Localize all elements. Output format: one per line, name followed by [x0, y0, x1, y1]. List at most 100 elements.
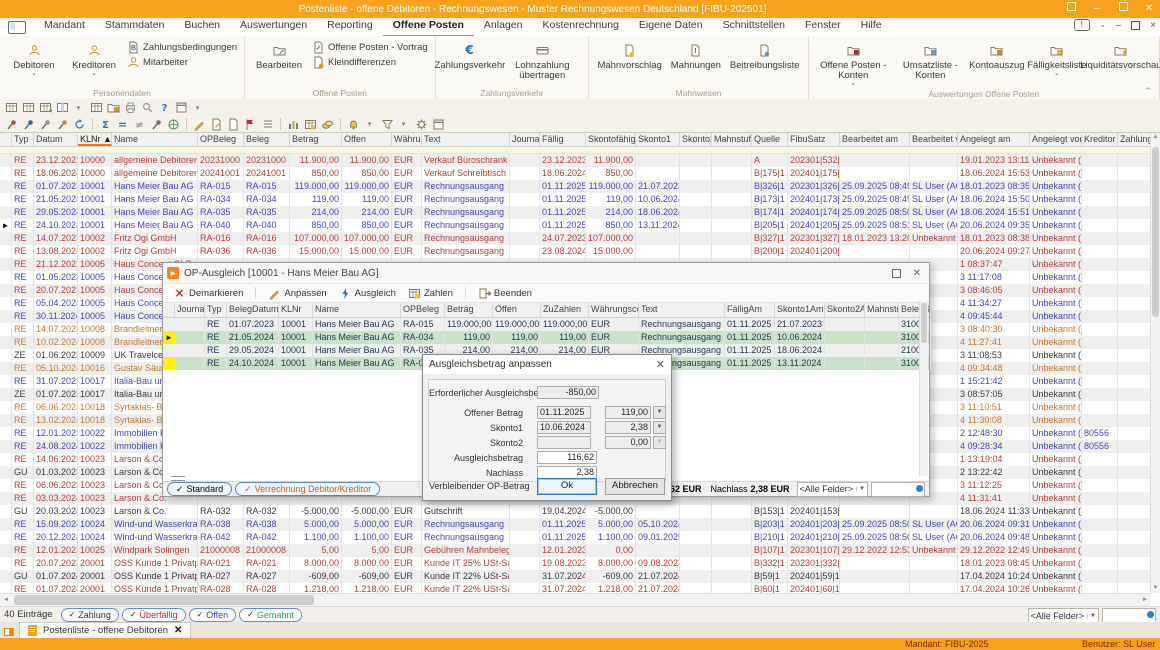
table-row[interactable]: RE20.07.202320001OSS Kunde 1 Privatperso… — [0, 557, 1151, 570]
table-copy-icon[interactable] — [89, 101, 104, 115]
menu-eigene-daten[interactable]: Eigene Daten — [629, 17, 713, 35]
op-col-header-klnr[interactable]: KLNr — [279, 303, 313, 317]
list-icon[interactable] — [260, 117, 275, 131]
standard-toggle[interactable]: ✓ Standard — [167, 482, 232, 496]
col-header-name[interactable]: Name — [112, 133, 198, 146]
menu-kostenrechnung[interactable]: Kostenrechnung — [532, 17, 628, 35]
table-row[interactable]: RE14.07.202310002Fritz Ogi GmbHRA-016RA-… — [0, 232, 1151, 245]
col-header-typ[interactable]: Typ — [12, 133, 34, 146]
menu-stammdaten[interactable]: Stammdaten — [95, 17, 175, 35]
anchor-icon[interactable] — [149, 117, 164, 131]
ribbon-item-kleindifferenzen[interactable]: Kleindifferenzen — [309, 55, 431, 70]
col-header-quelle[interactable]: Quelle — [752, 133, 788, 146]
op-tool-beenden[interactable]: Beenden — [474, 287, 536, 300]
ribbon-item-zahlungsbedingungen[interactable]: BZahlungsbedingungen — [124, 40, 240, 55]
chart-icon[interactable] — [286, 117, 301, 131]
menu-buchen[interactable]: Buchen — [174, 17, 230, 35]
col-header-journal[interactable]: Journal — [510, 133, 540, 146]
caret-icon[interactable]: ▾ — [191, 101, 206, 115]
ribbon-item-beitreibungsliste[interactable]: Beitreibungsliste — [726, 38, 804, 72]
table-row[interactable]: RE20.12.202410024Wind-und Wasserkraft Gm… — [0, 531, 1151, 544]
pin-remove-icon[interactable] — [55, 117, 70, 131]
globe-icon[interactable] — [166, 117, 181, 131]
ribbon-item-f-lligkeitsliste[interactable]: Fälligkeitsliste⌄ — [1027, 38, 1087, 78]
op-col-header-f-lligam[interactable]: FälligAm — [725, 303, 775, 317]
filter-gemahnt[interactable]: ✓Gemahnt — [239, 608, 302, 622]
window-list-icon[interactable] — [3, 625, 15, 637]
col-header-skonto1[interactable]: Skonto1 — [636, 133, 680, 146]
ok-button[interactable]: Ok — [537, 478, 597, 495]
col-header-bearbeitet-am[interactable]: Bearbeitet am — [840, 133, 910, 146]
menu-fenster[interactable]: Fenster — [795, 17, 851, 35]
close-icon[interactable]: ✕ — [913, 268, 921, 279]
col-header-skontof-hig[interactable]: Skontofähig — [586, 133, 636, 146]
op-table-row[interactable]: RE01.07.202310001Hans Meier Bau AGRA-015… — [163, 318, 929, 331]
adjust-dialog-titlebar[interactable]: Ausgleichsbetrag anpassen ✕ — [423, 355, 671, 374]
col-header-mahnstufe[interactable]: Mahnstufe — [712, 133, 752, 146]
op-col-header-text[interactable]: Text — [639, 303, 725, 317]
cancel-button[interactable]: Abbrechen — [605, 478, 665, 495]
help-icon[interactable]: ? — [157, 101, 172, 115]
refresh-icon[interactable] — [72, 117, 87, 131]
table-row[interactable]: RE12.01.202310025Windpark Solingen210000… — [0, 544, 1151, 557]
skonto1-amount-field[interactable]: 2,38 — [605, 421, 651, 434]
col-header-opbeleg[interactable]: OPBeleg — [198, 133, 244, 146]
print-icon[interactable] — [123, 101, 138, 115]
scrollbar-thumb[interactable] — [14, 595, 314, 605]
menu-auswertungen[interactable]: Auswertungen — [230, 17, 317, 35]
doc-icon[interactable] — [226, 117, 241, 131]
ribbon-item-offene-posten-vortrag[interactable]: ✓Offene Posten - Vortrag — [309, 40, 431, 55]
offener-date-field[interactable]: 01.11.2025 — [537, 406, 591, 419]
skonto1-dropdown-icon[interactable]: ▼ — [653, 421, 666, 434]
ribbon-item-mahnvorschlag[interactable]: Mahnvorschlag — [593, 38, 665, 72]
col-header-skonto2[interactable]: Skonto2 — [680, 133, 712, 146]
table-add-icon[interactable]: + — [38, 101, 53, 115]
table-row[interactable]: RE21.05.202410001Hans Meier Bau AGRA-034… — [0, 193, 1151, 206]
op-col-header-journal[interactable]: Journal — [175, 303, 205, 317]
tab-close-icon[interactable]: ✕ — [174, 625, 182, 636]
col-header-klnr[interactable]: KLNr ▲ — [78, 133, 112, 146]
chevron-down-icon[interactable]: ⌄ — [1100, 21, 1106, 29]
op-col-header-skonto1am[interactable]: Skonto1Am — [775, 303, 825, 317]
ribbon-item-lohnzahlung-bertragen[interactable]: Lohnzahlung übertragen — [500, 38, 584, 82]
equals-icon[interactable]: = — [115, 117, 130, 131]
filter-zahlung[interactable]: ✓Zahlung — [61, 608, 119, 622]
ribbon-minimize-icon[interactable]: – — [1116, 20, 1122, 31]
ribbon-item-bearbeiten[interactable]: Bearbeiten — [249, 38, 309, 72]
maximize-icon[interactable] — [1116, 0, 1130, 18]
doc-edit-icon[interactable] — [209, 117, 224, 131]
minimize-icon[interactable]: – — [1090, 0, 1104, 18]
op-col-header-typ[interactable]: Typ — [205, 303, 227, 317]
table-row[interactable]: GU20.03.202410023Larson & Co.RA-032RA-03… — [0, 505, 1151, 518]
not-equal-icon[interactable]: ≠ — [132, 117, 147, 131]
pin-icon[interactable] — [4, 117, 19, 131]
ribbon-item-kontoauszug[interactable]: Kontoauszug — [967, 38, 1027, 72]
gear-icon[interactable] — [414, 117, 429, 131]
offener-dropdown-icon[interactable]: ▼ — [653, 406, 666, 419]
op-col-header-belegdatum[interactable]: BelegDatum — [227, 303, 279, 317]
table-row[interactable]: RE15.09.202410024Wind-und Wasserkraft Gm… — [0, 518, 1151, 531]
pencil-icon[interactable] — [192, 117, 207, 131]
ribbon-item-mitarbeiter[interactable]: Mitarbeiter — [124, 55, 240, 70]
op-tool-anpassen[interactable]: Anpassen — [264, 287, 330, 300]
ribbon-item-zahlungsverkehr[interactable]: €Zahlungsverkehr — [440, 38, 500, 72]
col-header-w-hrung[interactable]: Währung — [392, 133, 422, 146]
op-col-header-betrag[interactable]: Betrag — [445, 303, 493, 317]
window-table-icon[interactable] — [4, 101, 19, 115]
flag-icon[interactable] — [243, 117, 258, 131]
filter--berf-llig[interactable]: ✓Überfällig — [122, 608, 186, 622]
op-tool-ausgleich[interactable]: Ausgleich — [335, 287, 400, 300]
ribbon-item-liquidit-tsvorschau[interactable]: €Liquiditätsvorschau — [1087, 38, 1155, 72]
col-header-f-llig[interactable]: Fällig — [540, 133, 586, 146]
op-table-row[interactable]: ►RE21.05.202410001Hans Meier Bau AGRA-03… — [163, 331, 929, 344]
table-row[interactable]: GU01.07.202420001OSS Kunde 1 Privatperso… — [0, 570, 1151, 583]
menu-reporting[interactable]: Reporting — [317, 17, 383, 35]
col-header-zahlungsreferenz[interactable]: Zahlungsreferenz — [1118, 133, 1151, 146]
ribbon-item-debitoren[interactable]: Debitoren⌄ — [4, 38, 64, 78]
pin-blue-icon[interactable] — [21, 117, 36, 131]
col-header-kreditor[interactable]: Kreditor — [1082, 133, 1118, 146]
close-icon[interactable]: ✕ — [656, 358, 665, 371]
form-icon[interactable] — [431, 117, 446, 131]
op-col-header-zuzahlen[interactable]: ZuZahlen — [541, 303, 589, 317]
menu-schnittstellen[interactable]: Schnittstellen — [713, 17, 795, 35]
